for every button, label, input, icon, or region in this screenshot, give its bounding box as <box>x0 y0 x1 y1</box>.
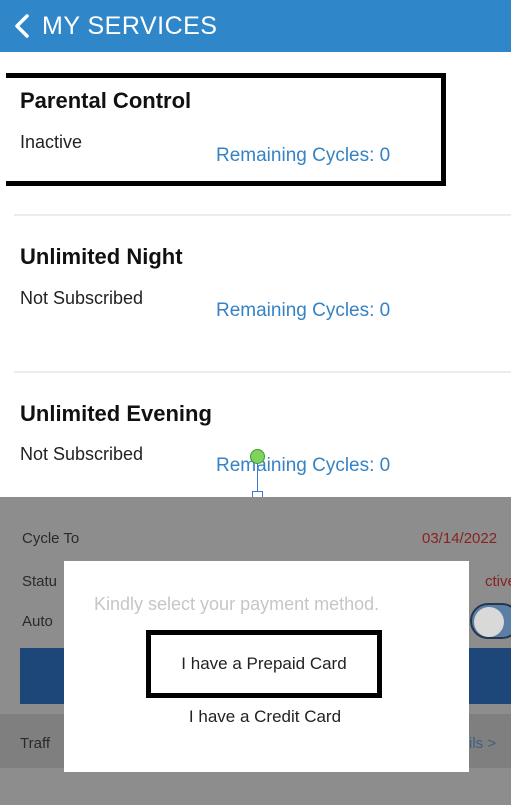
cycle-to-label: Cycle To <box>22 530 80 547</box>
status-value: ctive <box>485 573 511 590</box>
cycle-to-value: 03/14/2022 <box>422 530 498 547</box>
details-link[interactable]: ils > <box>469 735 496 752</box>
dialog-prompt: Kindly select your payment method. <box>94 594 380 614</box>
rotate-handle-icon[interactable] <box>250 449 265 464</box>
highlight-annotation <box>6 73 446 186</box>
remaining-cycles: Remaining Cycles: 0 <box>216 300 391 321</box>
service-title: Unlimited Evening <box>20 401 212 426</box>
payment-method-dialog: Kindly select your payment method. I hav… <box>64 561 469 772</box>
service-status: Not Subscribed <box>20 288 144 308</box>
prepaid-card-option[interactable]: I have a Prepaid Card <box>146 630 382 698</box>
service-title: Unlimited Night <box>20 244 183 269</box>
service-unlimited-night[interactable]: Unlimited Night Not Subscribed Remaining… <box>0 216 511 372</box>
status-label: Statu <box>22 573 58 590</box>
service-unlimited-evening[interactable]: Unlimited Evening Not Subscribed Remaini… <box>0 373 511 497</box>
auto-renew-label: Auto <box>22 613 53 630</box>
service-status: Not Subscribed <box>20 444 144 464</box>
remaining-cycles: Remaining Cycles: 0 <box>216 455 391 476</box>
auto-renew-toggle[interactable] <box>470 603 511 639</box>
credit-card-option[interactable]: I have a Credit Card <box>154 703 376 731</box>
traffic-label: Traff <box>20 735 51 752</box>
